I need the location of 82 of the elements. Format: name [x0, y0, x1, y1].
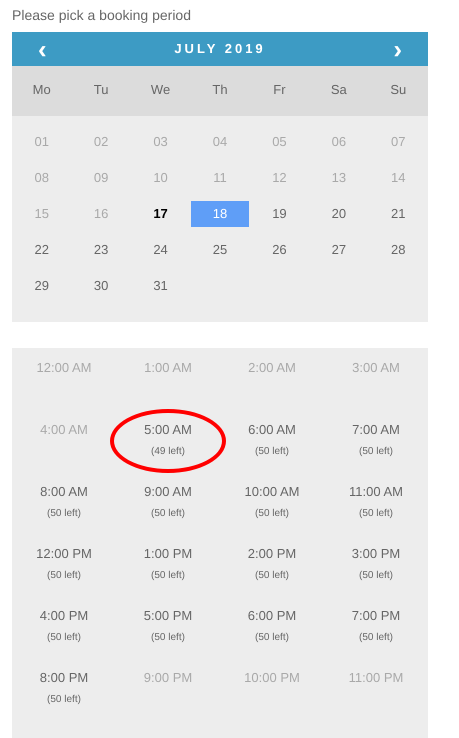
weekday-label: Su [390, 81, 406, 99]
slots-left-text: (50 left) [47, 631, 81, 645]
day-button: 16 [72, 201, 130, 227]
slots-left-text: (50 left) [359, 445, 393, 459]
time-slot-button[interactable]: 8:00 AM (50 left) [36, 481, 92, 523]
next-month-button[interactable]: › [389, 36, 406, 62]
slots-left-text: (50 left) [255, 445, 289, 459]
day-button: 06 [310, 129, 368, 155]
time-slot-button: 3:00 AM [348, 357, 404, 379]
time-slot-button: 11:00 PM [344, 667, 408, 689]
day-button[interactable]: 29 [12, 273, 71, 299]
day-button[interactable]: 25 [190, 237, 249, 263]
slots-left-text: (50 left) [47, 569, 81, 583]
day-button[interactable]: 26 [250, 237, 308, 263]
time-slot-button: 12:00 AM [32, 357, 96, 379]
weekday-label: Mo [32, 81, 51, 99]
time-slot-button[interactable]: 9:00 AM (50 left) [140, 481, 196, 523]
time-slot-button[interactable]: 8:00 PM (50 left) [36, 667, 92, 709]
day-button: 01 [12, 129, 71, 155]
day-button[interactable]: 31 [132, 273, 190, 299]
day-button: 10 [132, 165, 190, 191]
slots-left-text: (50 left) [47, 507, 81, 521]
day-button[interactable]: 19 [250, 201, 308, 227]
time-slot-button[interactable]: 5:00 PM (50 left) [140, 605, 196, 647]
day-button[interactable]: 18 [190, 201, 249, 227]
day-button: 11 [190, 165, 249, 191]
slots-left-text: (50 left) [151, 631, 185, 645]
day-button: 15 [12, 201, 71, 227]
day-button[interactable]: 27 [310, 237, 368, 263]
weekday-label: Sa [330, 81, 347, 99]
day-button[interactable]: 24 [132, 237, 190, 263]
time-slot-button: 4:00 AM [36, 419, 92, 441]
time-slot-button: 9:00 PM [140, 667, 196, 689]
time-slot-button[interactable]: 6:00 AM (50 left) [244, 419, 300, 461]
slots-left-text: (49 left) [151, 445, 185, 459]
weekday-label: Fr [273, 81, 286, 99]
weekday-label: Tu [94, 81, 108, 99]
slots-left-text: (50 left) [255, 631, 289, 645]
slots-left-text: (50 left) [359, 569, 393, 583]
day-button[interactable]: 17 [132, 201, 190, 227]
time-slot-button[interactable]: 5:00 AM (49 left) [140, 419, 196, 461]
time-slot-button[interactable]: 3:00 PM (50 left) [348, 543, 404, 585]
time-slot-button[interactable]: 6:00 PM (50 left) [244, 605, 300, 647]
day-button: 07 [369, 129, 428, 155]
slots-left-text: (50 left) [359, 631, 393, 645]
previous-month-button[interactable]: ‹ [34, 36, 51, 62]
day-button: 05 [250, 129, 308, 155]
time-slot-button[interactable]: 11:00 AM (50 left) [345, 481, 407, 523]
day-button[interactable]: 20 [310, 201, 368, 227]
day-button[interactable]: 23 [72, 237, 130, 263]
day-button: 02 [72, 129, 130, 155]
day-button[interactable]: 22 [12, 237, 71, 263]
slots-left-text: (50 left) [47, 693, 81, 707]
time-slot-button: 10:00 PM [240, 667, 304, 689]
time-slot-button[interactable]: 10:00 AM (50 left) [240, 481, 304, 523]
weekday-label: Th [212, 81, 228, 99]
day-button: 09 [72, 165, 130, 191]
time-slot-button[interactable]: 12:00 PM (50 left) [32, 543, 96, 585]
slots-left-text: (50 left) [255, 569, 289, 583]
time-slot-button[interactable]: 2:00 PM (50 left) [244, 543, 300, 585]
slots-left-text: (50 left) [359, 507, 393, 521]
day-button[interactable]: 21 [369, 201, 428, 227]
time-slot-button[interactable]: 7:00 AM (50 left) [348, 419, 404, 461]
day-button[interactable]: 30 [72, 273, 130, 299]
slots-left-text: (50 left) [255, 507, 289, 521]
time-slot-button: 1:00 AM [140, 357, 196, 379]
day-button: 14 [369, 165, 428, 191]
day-button[interactable]: 28 [369, 237, 428, 263]
time-slot-button[interactable]: 1:00 PM (50 left) [140, 543, 196, 585]
time-slot-button: 2:00 AM [244, 357, 300, 379]
time-slot-button[interactable]: 4:00 PM (50 left) [36, 605, 92, 647]
day-button: 13 [310, 165, 368, 191]
day-button: 03 [132, 129, 190, 155]
slots-left-text: (50 left) [151, 507, 185, 521]
month-title: JULY 2019 [174, 40, 266, 58]
day-button: 08 [12, 165, 71, 191]
day-button: 04 [190, 129, 249, 155]
prompt-text: Please pick a booking period [12, 6, 192, 25]
weekday-label: We [150, 81, 170, 99]
time-slot-button[interactable]: 7:00 PM (50 left) [348, 605, 404, 647]
slots-left-text: (50 left) [151, 569, 185, 583]
day-button: 12 [250, 165, 308, 191]
